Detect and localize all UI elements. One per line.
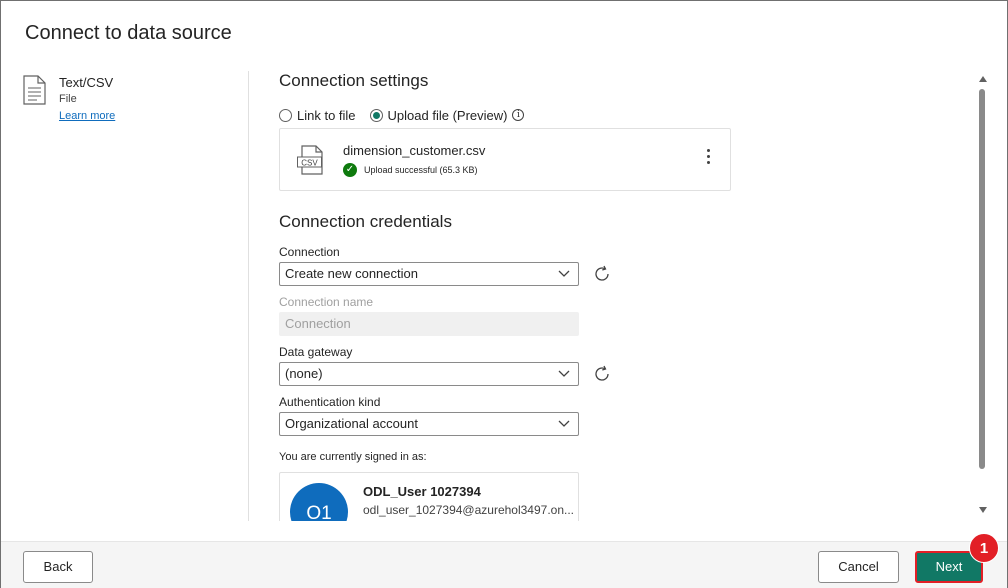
data-gateway-label: Data gateway <box>279 345 353 359</box>
learn-more-link[interactable]: Learn more <box>59 110 115 122</box>
source-type: File <box>59 93 77 105</box>
dialog-title: Connect to data source <box>25 22 232 44</box>
settings-pane: Connection settings Link to file Upload … <box>279 71 959 521</box>
chevron-down-icon <box>558 420 570 427</box>
link-to-file-radio[interactable]: Link to file <box>279 108 356 123</box>
dialog-footer: Back Cancel Next <box>1 541 1007 588</box>
document-icon <box>23 75 46 105</box>
step-number-badge: 1 <box>969 533 999 563</box>
avatar: O1 <box>290 483 348 521</box>
vertical-scrollbar[interactable] <box>976 71 990 521</box>
connection-name-input: Connection <box>279 312 579 336</box>
scroll-down-arrow-icon[interactable] <box>979 507 987 513</box>
radio-label: Upload file (Preview) <box>387 107 508 123</box>
scroll-thumb[interactable] <box>979 89 985 469</box>
radio-circle <box>279 108 292 122</box>
user-name: ODL_User 1027394 <box>363 484 481 499</box>
scroll-up-arrow-icon[interactable] <box>979 76 987 82</box>
connection-credentials-heading: Connection credentials <box>279 212 452 231</box>
signed-in-user-card: O1 ODL_User 1027394 odl_user_1027394@azu… <box>279 472 579 521</box>
file-name: dimension_customer.csv <box>343 143 486 158</box>
connection-dropdown-value: Create new connection <box>285 266 418 281</box>
radio-circle-selected <box>369 108 383 122</box>
data-gateway-dropdown-value: (none) <box>285 366 323 381</box>
csv-icon-label: CSV <box>301 159 318 168</box>
file-mode-radio-group: Link to file Upload file (Preview) i <box>279 106 525 124</box>
refresh-gateway-icon[interactable] <box>592 364 612 384</box>
upload-status-text: Upload successful (65.3 KB) <box>364 165 478 175</box>
signed-in-label: You are currently signed in as: <box>279 451 427 463</box>
chevron-down-icon <box>558 270 570 277</box>
back-button[interactable]: Back <box>23 551 93 583</box>
upload-file-radio[interactable]: Upload file (Preview) i <box>369 107 525 123</box>
authentication-kind-label: Authentication kind <box>279 395 381 409</box>
authentication-kind-dropdown[interactable]: Organizational account <box>279 412 579 436</box>
authentication-kind-dropdown-value: Organizational account <box>285 416 418 431</box>
connection-settings-heading: Connection settings <box>279 71 429 90</box>
cancel-button[interactable]: Cancel <box>818 551 899 583</box>
uploaded-file-card: CSV dimension_customer.csv ✓ Upload succ… <box>279 128 731 191</box>
radio-label: Link to file <box>297 107 356 123</box>
connection-dropdown[interactable]: Create new connection <box>279 262 579 286</box>
data-gateway-dropdown[interactable]: (none) <box>279 362 579 386</box>
user-email: odl_user_1027394@azurehol3497.on... <box>363 503 575 517</box>
checkmark-icon: ✓ <box>343 163 357 177</box>
connection-name-label: Connection name <box>279 295 374 309</box>
source-summary: Text/CSV File Learn more <box>21 73 241 133</box>
upload-status: ✓ Upload successful (65.3 KB) <box>343 163 478 177</box>
connection-label: Connection <box>279 245 340 259</box>
chevron-down-icon <box>558 370 570 377</box>
source-name: Text/CSV <box>59 75 114 90</box>
info-icon[interactable]: i <box>512 109 525 121</box>
csv-file-icon: CSV <box>297 145 323 175</box>
pane-divider <box>248 71 249 521</box>
refresh-connection-icon[interactable] <box>592 264 612 284</box>
more-options-icon[interactable] <box>702 149 714 169</box>
connect-dialog: Connect to data source Text/CSV File Lea… <box>0 0 1008 588</box>
